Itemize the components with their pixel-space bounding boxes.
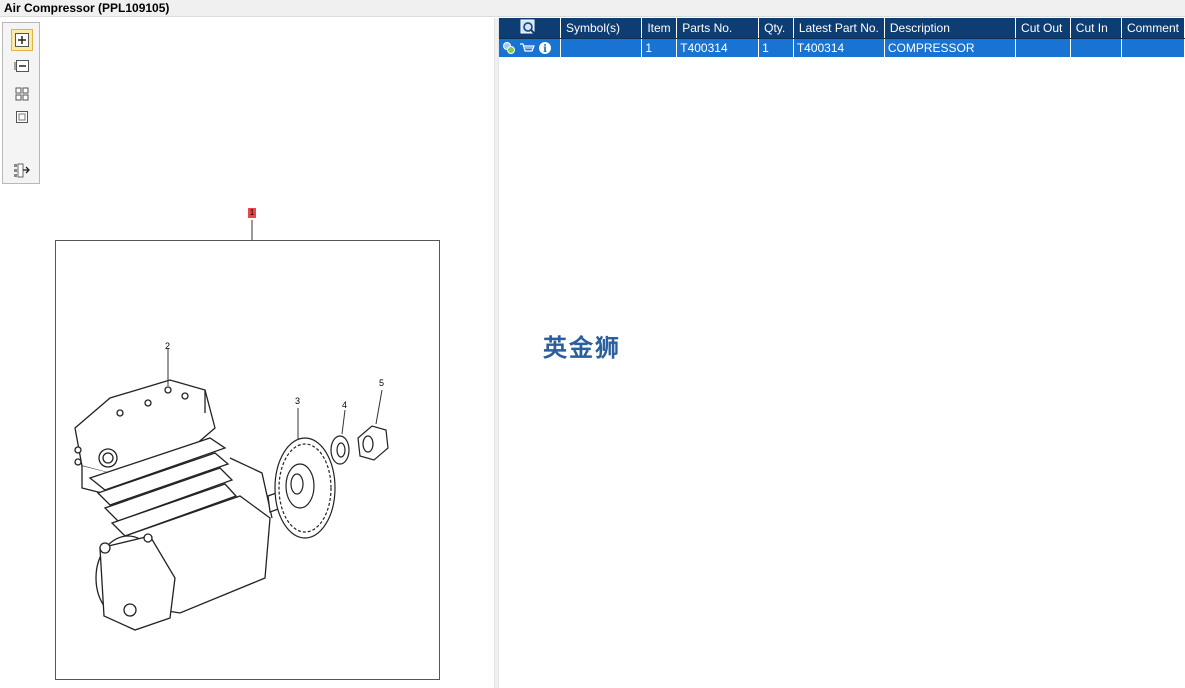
row-icons-cell: i [499, 38, 561, 57]
watermark-text: 英金狮 [543, 334, 621, 362]
parts-list-pane: Symbol(s) Item Parts No. Qty. Latest Par… [499, 18, 1185, 688]
view-toolbar [2, 22, 40, 184]
column-header-qty[interactable]: Qty. [758, 18, 794, 39]
parts-table: Symbol(s) Item Parts No. Qty. Latest Par… [499, 18, 1185, 57]
illustration-pane[interactable]: 1 2 3 4 5 [0, 18, 494, 688]
window-title: Air Compressor (PPL109105) [0, 0, 1185, 17]
gear-part [274, 437, 336, 539]
callout-3-label[interactable]: 3 [295, 396, 300, 406]
fit-grid-icon[interactable] [11, 83, 33, 105]
cut-in-cell [1070, 38, 1122, 57]
export-list-icon[interactable] [11, 159, 33, 181]
cut-out-cell [1015, 38, 1071, 57]
column-header-cut-out[interactable]: Cut Out [1015, 18, 1071, 39]
qty-cell: 1 [758, 38, 794, 57]
comment-cell [1121, 38, 1185, 57]
parts-link-icon[interactable] [502, 41, 516, 55]
item-cell: 1 [641, 38, 678, 57]
column-header-cut-in[interactable]: Cut In [1070, 18, 1122, 39]
column-header-item[interactable]: Item [641, 18, 678, 39]
washer-part [330, 435, 350, 465]
column-header-latest-part-no[interactable]: Latest Part No. [793, 18, 885, 39]
symbols-cell [560, 38, 643, 57]
description-cell: COMPRESSOR [884, 38, 1017, 57]
column-header-parts-no[interactable]: Parts No. [676, 18, 760, 39]
zoom-out-icon[interactable] [11, 55, 33, 77]
parts-no-cell: T400314 [676, 38, 760, 57]
search-column-header[interactable] [499, 18, 561, 39]
exploded-view-drawing [55, 220, 440, 680]
callout-2-label[interactable]: 2 [165, 341, 170, 351]
column-header-comment[interactable]: Comment [1121, 18, 1185, 39]
table-header-row: Symbol(s) Item Parts No. Qty. Latest Par… [499, 18, 1185, 39]
column-header-symbols[interactable]: Symbol(s) [560, 18, 643, 39]
callout-5-label[interactable]: 5 [379, 378, 384, 388]
svg-text:i: i [543, 44, 547, 55]
table-row[interactable]: i 1 T400314 1 T400314 COMPRESSOR [499, 38, 1185, 57]
search-icon[interactable] [520, 19, 538, 35]
info-icon[interactable]: i [538, 41, 552, 55]
zoom-in-icon[interactable] [11, 29, 33, 51]
cart-icon[interactable] [519, 41, 535, 55]
column-header-description[interactable]: Description [884, 18, 1017, 39]
latest-part-no-cell: T400314 [793, 38, 885, 57]
callout-1-marker[interactable]: 1 [248, 208, 256, 218]
single-view-icon[interactable] [11, 106, 33, 128]
callout-4-label[interactable]: 4 [342, 400, 347, 410]
